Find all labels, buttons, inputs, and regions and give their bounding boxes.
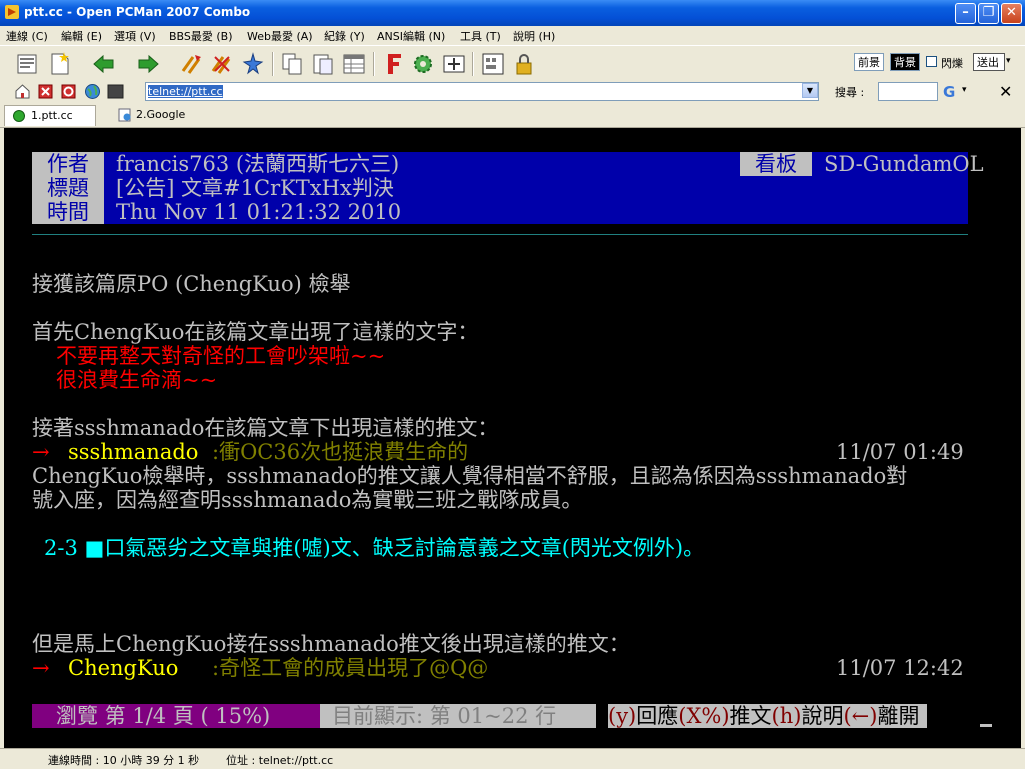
text-line: 首先ChengKuo在該篇文章出現了這樣的文字：	[32, 320, 479, 344]
keyboard-icon[interactable]	[480, 51, 506, 77]
push-time: 11/07 01:49	[836, 440, 964, 464]
key-help: (y)回應(X%)推文(h)說明(←)離開	[608, 704, 928, 728]
display-range: 目前顯示: 第 01~22 行	[320, 704, 596, 728]
push-text: :衝OC36次也挺浪費生命的	[212, 440, 469, 464]
quoted-line: 很浪費生命滴~~	[56, 368, 218, 392]
lock-icon[interactable]	[511, 51, 537, 77]
terminal-status-line: 瀏覽 第 1/4 頁 ( 15%) 目前顯示: 第 01~22 行 (y)回應(…	[32, 704, 992, 728]
search-label: 搜尋 :	[835, 86, 865, 99]
minimize-button[interactable]: –	[955, 3, 976, 24]
maximize-button[interactable]: ❐	[978, 3, 999, 24]
menu-bar: 連線 (C) 編輯 (E) 選項 (V) BBS最愛 (B) Web最愛 (A)…	[0, 26, 1025, 45]
time-label: 時間	[32, 200, 104, 224]
push-arrow: →	[32, 656, 50, 680]
cursor	[980, 724, 992, 727]
reconnect-icon[interactable]	[179, 51, 205, 77]
text-line: 但是馬上ChengKuo接在ssshmanado推文後出現這樣的推文：	[32, 632, 630, 656]
text-line: 接獲該篇原PO (ChengKuo) 檢舉	[32, 272, 351, 296]
disconnect-icon[interactable]	[209, 51, 235, 77]
google-icon[interactable]: G	[941, 83, 958, 100]
push-text: :奇怪工會的成員出現了@Q@	[212, 656, 489, 680]
push-arrow: →	[32, 440, 50, 464]
fullscreen-icon[interactable]	[441, 51, 467, 77]
search-engine-dropdown-icon[interactable]: ▾	[962, 85, 967, 95]
web-page-icon	[118, 108, 131, 122]
terminal-screen[interactable]: 作者 francis763 (法蘭西斯七六三) 看板 SD-GundamOL 標…	[4, 128, 1021, 748]
back-icon[interactable]	[91, 51, 117, 77]
menu-ansi-edit[interactable]: ANSI編輯 (N)	[377, 28, 445, 44]
search-input[interactable]	[878, 82, 938, 101]
copy-icon[interactable]	[279, 51, 305, 77]
send-dropdown-icon[interactable]: ▾	[1006, 56, 1011, 66]
tab-google[interactable]: 2.Google	[110, 105, 200, 126]
text-line: 接著ssshmanado在該篇文章下出現這樣的推文：	[32, 416, 499, 440]
paste-icon[interactable]	[310, 51, 336, 77]
text-line: 號入座，因為經查明ssshmanado為實戰三班之戰隊成員。	[32, 488, 583, 512]
address-dropdown-button[interactable]: ▼	[802, 83, 818, 98]
blink-label: 閃爍	[941, 57, 963, 70]
menu-log[interactable]: 紀錄 (Y)	[324, 28, 365, 44]
tab-ptt[interactable]: 1.ptt.cc	[4, 105, 96, 126]
home-icon[interactable]	[14, 83, 31, 100]
send-button[interactable]: 送出	[973, 53, 1005, 71]
board-value: SD-GundamOL	[824, 152, 984, 176]
forward-icon[interactable]	[135, 51, 161, 77]
author-value: francis763 (法蘭西斯七六三)	[116, 152, 400, 176]
blink-checkbox[interactable]	[926, 56, 937, 67]
new-site-icon[interactable]	[14, 51, 40, 77]
menu-connect[interactable]: 連線 (C)	[6, 28, 48, 44]
title-label: 標題	[32, 176, 104, 200]
close-addressbar-icon[interactable]: ✕	[999, 82, 1012, 101]
title-value: [公告] 文章#1CrKTxHx判決	[116, 176, 394, 200]
status-bar: 連線時間 : 10 小時 39 分 1 秒 位址 : telnet://ptt.…	[0, 748, 1025, 769]
time-value: Thu Nov 11 01:21:32 2010	[116, 200, 402, 224]
push-user: ssshmanado	[68, 440, 199, 464]
globe-icon[interactable]	[84, 83, 101, 100]
quoted-line: 不要再整天對奇怪的工會吵架啦~~	[56, 344, 386, 368]
window-title: ptt.cc - Open PCMan 2007 Combo	[24, 5, 251, 19]
connection-location: 位址 : telnet://ptt.cc	[226, 754, 334, 767]
copy-table-icon[interactable]	[341, 51, 367, 77]
menu-help[interactable]: 說明 (H)	[513, 28, 555, 44]
font-icon[interactable]	[381, 51, 407, 77]
app-icon	[5, 5, 19, 19]
address-input[interactable]: telnet://ptt.cc	[145, 82, 819, 101]
push-time: 11/07 12:42	[836, 656, 964, 680]
push-user: ChengKuo	[68, 656, 179, 680]
address-bar: telnet://ptt.cc ▼ 搜尋 : G ▾ ✕	[0, 81, 1025, 103]
menu-web-favorites[interactable]: Web最愛 (A)	[247, 28, 313, 44]
terminal-icon[interactable]	[107, 84, 124, 99]
foreground-color-button[interactable]: 前景	[854, 53, 884, 71]
add-icon[interactable]	[47, 51, 73, 77]
browse-progress: 瀏覽 第 1/4 頁 ( 15%)	[32, 704, 320, 728]
text-line: ChengKuo檢舉時，ssshmanado的推文讓人覺得相當不舒服，且認為係因…	[32, 464, 908, 488]
tab-bar: 1.ptt.cc 2.Google	[0, 103, 1025, 128]
menu-options[interactable]: 選項 (V)	[114, 28, 156, 44]
menu-tools[interactable]: 工具 (T)	[460, 28, 501, 44]
menu-bbs-favorites[interactable]: BBS最愛 (B)	[169, 28, 233, 44]
connected-icon	[13, 110, 25, 122]
svg-text:G: G	[943, 83, 955, 100]
pin-icon[interactable]	[240, 51, 266, 77]
toolbar: 前景 背景 閃爍 送出 ▾	[0, 45, 1025, 82]
background-color-button[interactable]: 背景	[890, 53, 920, 71]
menu-edit[interactable]: 編輯 (E)	[61, 28, 102, 44]
connection-time: 連線時間 : 10 小時 39 分 1 秒	[48, 754, 200, 767]
rule-line: 2-3 ■口氣惡劣之文章與推(噓)文、缺乏討論意義之文章(閃光文例外)。	[44, 536, 705, 560]
title-bar: ptt.cc - Open PCMan 2007 Combo – ❐ ✕	[0, 0, 1025, 26]
author-label: 作者	[32, 152, 104, 176]
close-button[interactable]: ✕	[1001, 3, 1022, 24]
board-label: 看板	[740, 152, 812, 176]
header-divider	[32, 234, 968, 235]
refresh-icon[interactable]	[60, 83, 77, 100]
settings-icon[interactable]	[410, 51, 436, 77]
stop-icon[interactable]	[37, 83, 54, 100]
